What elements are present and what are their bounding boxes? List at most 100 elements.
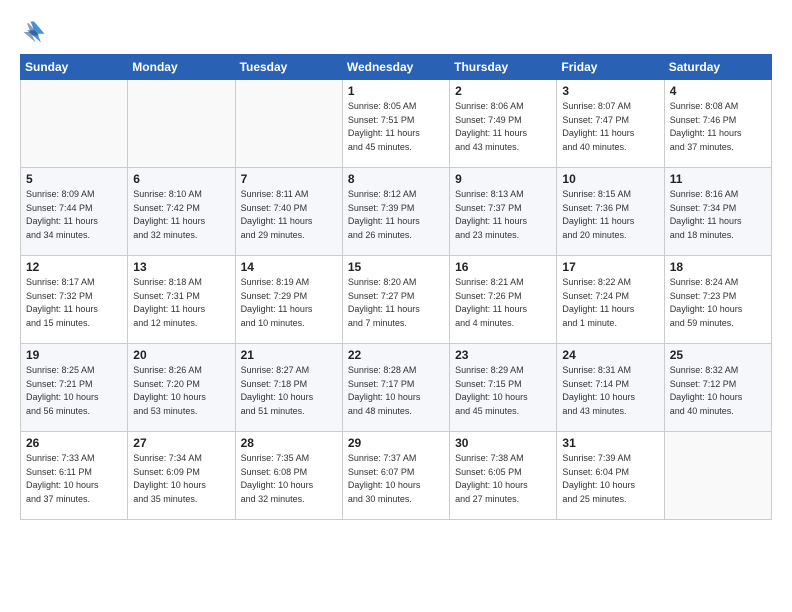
day-number: 10	[562, 172, 658, 186]
calendar-day-3: 3 Sunrise: 8:07 AM Sunset: 7:47 PM Daylig…	[557, 80, 664, 168]
calendar-day-16: 16Sunrise: 8:21 AM Sunset: 7:26 PM Dayli…	[450, 256, 557, 344]
day-info: Sunrise: 7:35 AM Sunset: 6:08 PM Dayligh…	[241, 452, 337, 506]
day-number: 2	[455, 84, 551, 98]
day-number: 11	[670, 172, 766, 186]
day-info: Sunrise: 7:33 AM Sunset: 6:11 PM Dayligh…	[26, 452, 122, 506]
calendar-week-row: 1 Sunrise: 8:05 AM Sunset: 7:51 PM Daylig…	[21, 80, 772, 168]
day-info: Sunrise: 8:07 AM Sunset: 7:47 PM Dayligh…	[562, 100, 658, 154]
calendar-day-22: 22Sunrise: 8:28 AM Sunset: 7:17 PM Dayli…	[342, 344, 449, 432]
calendar-day-30: 30 Sunrise: 7:38 AM Sunset: 6:05 PM Dayli…	[450, 432, 557, 520]
day-number: 6	[133, 172, 229, 186]
calendar-day-18: 18 Sunrise: 8:24 AM Sunset: 7:23 PM Dayli…	[664, 256, 771, 344]
logo-icon	[20, 18, 48, 46]
day-info: Sunrise: 8:26 AM Sunset: 7:20 PM Dayligh…	[133, 364, 229, 418]
day-info: Sunrise: 8:09 AM Sunset: 7:44 PM Dayligh…	[26, 188, 122, 242]
calendar-day-26: 26 Sunrise: 7:33 AM Sunset: 6:11 PM Dayli…	[21, 432, 128, 520]
calendar-day-7: 7 Sunrise: 8:11 AM Sunset: 7:40 PM Daylig…	[235, 168, 342, 256]
day-number: 19	[26, 348, 122, 362]
day-info: Sunrise: 7:38 AM Sunset: 6:05 PM Dayligh…	[455, 452, 551, 506]
calendar-day-empty	[21, 80, 128, 168]
calendar-day-12: 12Sunrise: 8:17 AM Sunset: 7:32 PM Dayli…	[21, 256, 128, 344]
day-number: 24	[562, 348, 658, 362]
calendar-day-empty	[664, 432, 771, 520]
calendar-day-23: 23 Sunrise: 8:29 AM Sunset: 7:15 PM Dayli…	[450, 344, 557, 432]
day-info: Sunrise: 8:05 AM Sunset: 7:51 PM Dayligh…	[348, 100, 444, 154]
day-info: Sunrise: 8:32 AM Sunset: 7:12 PM Dayligh…	[670, 364, 766, 418]
header	[20, 18, 772, 46]
calendar-day-25: 25 Sunrise: 8:32 AM Sunset: 7:12 PM Dayli…	[664, 344, 771, 432]
day-info: Sunrise: 8:16 AM Sunset: 7:34 PM Dayligh…	[670, 188, 766, 242]
day-info: Sunrise: 8:08 AM Sunset: 7:46 PM Dayligh…	[670, 100, 766, 154]
calendar-day-27: 27 Sunrise: 7:34 AM Sunset: 6:09 PM Dayli…	[128, 432, 235, 520]
day-number: 23	[455, 348, 551, 362]
calendar-day-8: 8 Sunrise: 8:12 AM Sunset: 7:39 PM Daylig…	[342, 168, 449, 256]
day-number: 12	[26, 260, 122, 274]
calendar-day-10: 10 Sunrise: 8:15 AM Sunset: 7:36 PM Dayli…	[557, 168, 664, 256]
calendar-header-row: SundayMondayTuesdayWednesdayThursdayFrid…	[21, 55, 772, 80]
day-info: Sunrise: 8:11 AM Sunset: 7:40 PM Dayligh…	[241, 188, 337, 242]
day-number: 14	[241, 260, 337, 274]
day-number: 18	[670, 260, 766, 274]
calendar-table: SundayMondayTuesdayWednesdayThursdayFrid…	[20, 54, 772, 520]
day-info: Sunrise: 8:31 AM Sunset: 7:14 PM Dayligh…	[562, 364, 658, 418]
calendar-day-11: 11 Sunrise: 8:16 AM Sunset: 7:34 PM Dayli…	[664, 168, 771, 256]
calendar-day-2: 2 Sunrise: 8:06 AM Sunset: 7:49 PM Daylig…	[450, 80, 557, 168]
day-number: 26	[26, 436, 122, 450]
weekday-header-wednesday: Wednesday	[342, 55, 449, 80]
day-info: Sunrise: 8:12 AM Sunset: 7:39 PM Dayligh…	[348, 188, 444, 242]
day-number: 17	[562, 260, 658, 274]
day-number: 21	[241, 348, 337, 362]
day-info: Sunrise: 8:20 AM Sunset: 7:27 PM Dayligh…	[348, 276, 444, 330]
calendar-week-row: 5 Sunrise: 8:09 AM Sunset: 7:44 PM Daylig…	[21, 168, 772, 256]
calendar-day-9: 9 Sunrise: 8:13 AM Sunset: 7:37 PM Daylig…	[450, 168, 557, 256]
calendar-day-empty	[235, 80, 342, 168]
logo	[20, 18, 54, 46]
day-info: Sunrise: 8:27 AM Sunset: 7:18 PM Dayligh…	[241, 364, 337, 418]
day-info: Sunrise: 7:39 AM Sunset: 6:04 PM Dayligh…	[562, 452, 658, 506]
day-number: 28	[241, 436, 337, 450]
day-info: Sunrise: 8:06 AM Sunset: 7:49 PM Dayligh…	[455, 100, 551, 154]
day-number: 16	[455, 260, 551, 274]
day-info: Sunrise: 8:15 AM Sunset: 7:36 PM Dayligh…	[562, 188, 658, 242]
calendar-day-24: 24 Sunrise: 8:31 AM Sunset: 7:14 PM Dayli…	[557, 344, 664, 432]
calendar-day-17: 17Sunrise: 8:22 AM Sunset: 7:24 PM Dayli…	[557, 256, 664, 344]
day-number: 27	[133, 436, 229, 450]
calendar-week-row: 12Sunrise: 8:17 AM Sunset: 7:32 PM Dayli…	[21, 256, 772, 344]
calendar-day-19: 19 Sunrise: 8:25 AM Sunset: 7:21 PM Dayli…	[21, 344, 128, 432]
day-info: Sunrise: 8:29 AM Sunset: 7:15 PM Dayligh…	[455, 364, 551, 418]
calendar-week-row: 26 Sunrise: 7:33 AM Sunset: 6:11 PM Dayli…	[21, 432, 772, 520]
day-info: Sunrise: 8:13 AM Sunset: 7:37 PM Dayligh…	[455, 188, 551, 242]
calendar-day-13: 13 Sunrise: 8:18 AM Sunset: 7:31 PM Dayli…	[128, 256, 235, 344]
calendar-day-5: 5 Sunrise: 8:09 AM Sunset: 7:44 PM Daylig…	[21, 168, 128, 256]
day-number: 30	[455, 436, 551, 450]
day-info: Sunrise: 7:37 AM Sunset: 6:07 PM Dayligh…	[348, 452, 444, 506]
day-info: Sunrise: 8:18 AM Sunset: 7:31 PM Dayligh…	[133, 276, 229, 330]
weekday-header-sunday: Sunday	[21, 55, 128, 80]
calendar-day-4: 4 Sunrise: 8:08 AM Sunset: 7:46 PM Daylig…	[664, 80, 771, 168]
day-number: 29	[348, 436, 444, 450]
calendar-day-29: 29 Sunrise: 7:37 AM Sunset: 6:07 PM Dayli…	[342, 432, 449, 520]
day-number: 1	[348, 84, 444, 98]
calendar-day-20: 20Sunrise: 8:26 AM Sunset: 7:20 PM Dayli…	[128, 344, 235, 432]
calendar-day-empty	[128, 80, 235, 168]
day-info: Sunrise: 8:10 AM Sunset: 7:42 PM Dayligh…	[133, 188, 229, 242]
day-number: 9	[455, 172, 551, 186]
calendar-day-6: 6 Sunrise: 8:10 AM Sunset: 7:42 PM Daylig…	[128, 168, 235, 256]
weekday-header-monday: Monday	[128, 55, 235, 80]
day-number: 3	[562, 84, 658, 98]
day-number: 31	[562, 436, 658, 450]
day-number: 4	[670, 84, 766, 98]
weekday-header-tuesday: Tuesday	[235, 55, 342, 80]
day-info: Sunrise: 8:24 AM Sunset: 7:23 PM Dayligh…	[670, 276, 766, 330]
weekday-header-saturday: Saturday	[664, 55, 771, 80]
day-number: 15	[348, 260, 444, 274]
day-number: 5	[26, 172, 122, 186]
day-info: Sunrise: 8:25 AM Sunset: 7:21 PM Dayligh…	[26, 364, 122, 418]
day-number: 7	[241, 172, 337, 186]
day-number: 8	[348, 172, 444, 186]
day-info: Sunrise: 7:34 AM Sunset: 6:09 PM Dayligh…	[133, 452, 229, 506]
day-info: Sunrise: 8:19 AM Sunset: 7:29 PM Dayligh…	[241, 276, 337, 330]
day-number: 13	[133, 260, 229, 274]
day-number: 25	[670, 348, 766, 362]
calendar-day-28: 28 Sunrise: 7:35 AM Sunset: 6:08 PM Dayli…	[235, 432, 342, 520]
